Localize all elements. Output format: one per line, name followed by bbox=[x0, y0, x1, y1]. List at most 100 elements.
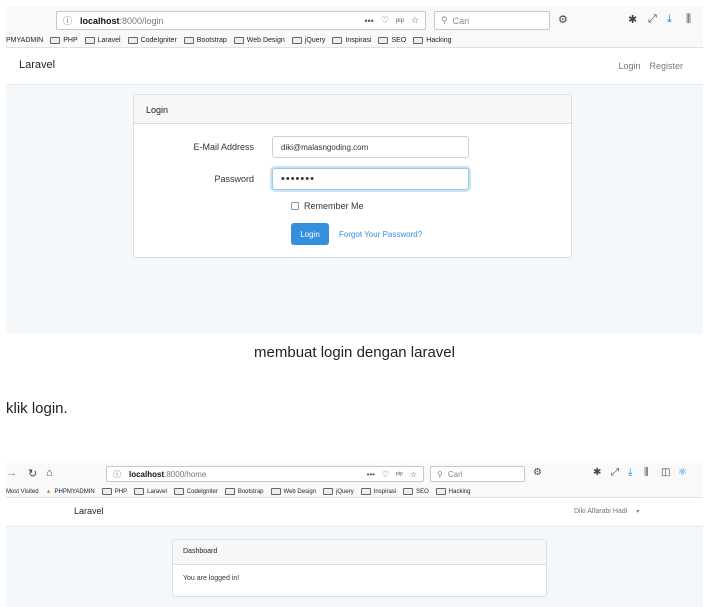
folder-icon bbox=[50, 37, 61, 44]
navbar-brand[interactable]: Laravel bbox=[74, 506, 104, 516]
folder-icon bbox=[413, 37, 424, 44]
puzzle-icon[interactable]: ✱ bbox=[628, 13, 637, 26]
url-path: :8000/login bbox=[119, 15, 164, 26]
home-icon[interactable]: ⌂ bbox=[46, 467, 53, 479]
search-icon: ⚲ bbox=[441, 15, 448, 25]
panel-heading: Dashboard bbox=[173, 540, 546, 565]
bookmarks-bar: PMYADMIN PHP Laravel CodeIgniter Bootstr… bbox=[6, 34, 703, 47]
email-input[interactable]: diki@malasngoding.com bbox=[272, 136, 469, 158]
folder-icon bbox=[233, 37, 244, 44]
password-input[interactable]: ••••••• bbox=[272, 168, 469, 190]
bookmark-inspirasi[interactable]: Inspirasi bbox=[360, 488, 396, 495]
pip-label[interactable]: pip bbox=[396, 18, 404, 24]
caret-down-icon: ▾ bbox=[636, 509, 640, 515]
expand-icon[interactable]: ⤢ bbox=[648, 13, 657, 26]
bookmark-hacking[interactable]: Hacking bbox=[413, 37, 452, 44]
search-box[interactable]: ⚲ Cari bbox=[430, 466, 525, 482]
bookmark-seo[interactable]: SEO bbox=[378, 37, 406, 44]
bookmark-most-visited[interactable]: Most Visited bbox=[6, 489, 39, 495]
phpmyadmin-icon: ▲ bbox=[45, 488, 52, 495]
search-box[interactable]: ⚲ Cari bbox=[434, 11, 550, 30]
email-row: E-Mail Address diki@malasngoding.com bbox=[134, 136, 469, 158]
bookmark-hacking[interactable]: Hacking bbox=[435, 488, 470, 495]
remember-checkbox[interactable] bbox=[291, 202, 299, 210]
user-dropdown[interactable]: Diki Alfarabi Hadi ▾ bbox=[574, 508, 639, 515]
folder-icon bbox=[173, 488, 184, 495]
password-row: Password ••••••• bbox=[134, 168, 469, 190]
nav-register-link[interactable]: Register bbox=[649, 61, 683, 71]
folder-icon bbox=[332, 37, 343, 44]
bookmark-php[interactable]: PHP bbox=[50, 37, 78, 44]
forward-icon[interactable]: → bbox=[6, 467, 17, 479]
bookmark-php[interactable]: PHP bbox=[101, 488, 127, 495]
bookmark-bootstrap[interactable]: Bootstrap bbox=[183, 37, 227, 44]
url-host: localhost bbox=[129, 469, 165, 479]
email-label: E-Mail Address bbox=[193, 142, 254, 152]
folder-icon bbox=[378, 37, 389, 44]
paragraph: klik login. bbox=[6, 400, 68, 417]
extension-icon[interactable]: ⚙ bbox=[533, 467, 542, 478]
puzzle-icon[interactable]: ✱ bbox=[593, 467, 601, 478]
panel-body: You are logged in! bbox=[183, 575, 240, 582]
navbar-brand[interactable]: Laravel bbox=[19, 59, 55, 71]
folder-icon bbox=[360, 488, 371, 495]
url-bar[interactable]: ⓘ localhost:8000/login ••• ♡ pip ☆ bbox=[56, 11, 426, 30]
pocket-icon[interactable]: ♡ bbox=[382, 470, 389, 479]
reload-icon[interactable]: ↻ bbox=[28, 467, 37, 480]
bookmark-inspirasi[interactable]: Inspirasi bbox=[332, 37, 371, 44]
download-icon[interactable]: ⤓ bbox=[667, 13, 672, 26]
folder-icon bbox=[101, 488, 112, 495]
folder-icon bbox=[403, 488, 414, 495]
app-navbar: Laravel Diki Alfarabi Hadi ▾ bbox=[6, 498, 703, 527]
caption: membuat login dengan laravel bbox=[254, 344, 455, 361]
folder-icon bbox=[435, 488, 446, 495]
app-navbar: Laravel Login Register bbox=[6, 48, 703, 85]
url-host: localhost bbox=[80, 15, 120, 26]
folder-icon bbox=[323, 488, 334, 495]
library-icon[interactable]: ⫼ bbox=[644, 467, 649, 478]
panel-heading: Login bbox=[134, 95, 571, 124]
dashboard-screenshot: → ↻ ⌂ ⓘ localhost:8000/home ••• ♡ pip ☆ … bbox=[6, 463, 703, 607]
folder-icon bbox=[134, 488, 145, 495]
bookmark-phpmyadmin[interactable]: ▲ PHPMYADMIN bbox=[46, 489, 95, 495]
browser-toolbar: ⓘ localhost:8000/login ••• ♡ pip ☆ ⚲ Car… bbox=[6, 6, 703, 34]
download-icon[interactable]: ⤓ bbox=[628, 467, 632, 478]
browser-chrome: ⓘ localhost:8000/login ••• ♡ pip ☆ ⚲ Car… bbox=[6, 6, 703, 48]
star-icon[interactable]: ☆ bbox=[410, 470, 417, 479]
bookmark-phpmyadmin[interactable]: PMYADMIN bbox=[6, 37, 43, 44]
sidebar-icon[interactable]: ◫ bbox=[661, 467, 670, 478]
dashboard-panel: Dashboard You are logged in! bbox=[172, 539, 547, 597]
browser-toolbar: → ↻ ⌂ ⓘ localhost:8000/home ••• ♡ pip ☆ … bbox=[6, 463, 703, 486]
forgot-password-link[interactable]: Forgot Your Password? bbox=[339, 230, 422, 239]
info-icon[interactable]: ⓘ bbox=[63, 14, 72, 27]
remember-label[interactable]: Remember Me bbox=[304, 201, 364, 211]
login-button[interactable]: Login bbox=[291, 223, 329, 245]
bookmark-codeigniter[interactable]: CodeIgniter bbox=[173, 488, 218, 495]
browser-chrome: → ↻ ⌂ ⓘ localhost:8000/home ••• ♡ pip ☆ … bbox=[6, 463, 703, 498]
login-screenshot: ⓘ localhost:8000/login ••• ♡ pip ☆ ⚲ Car… bbox=[6, 6, 703, 334]
star-icon[interactable]: ☆ bbox=[411, 15, 419, 26]
info-icon[interactable]: ⓘ bbox=[113, 469, 121, 480]
bookmark-web-design[interactable]: Web Design bbox=[233, 37, 285, 44]
bookmark-seo[interactable]: SEO bbox=[403, 488, 429, 495]
nav-login-link[interactable]: Login bbox=[618, 61, 640, 71]
extension-icon[interactable]: ⚙ bbox=[558, 13, 568, 26]
react-icon[interactable]: ⚛ bbox=[678, 467, 687, 478]
page-actions-icon[interactable]: ••• bbox=[367, 470, 375, 479]
bookmark-laravel[interactable]: Laravel bbox=[134, 488, 167, 495]
bookmark-codeigniter[interactable]: CodeIgniter bbox=[127, 37, 177, 44]
pocket-icon[interactable]: ♡ bbox=[381, 15, 389, 26]
login-panel: Login E-Mail Address diki@malasngoding.c… bbox=[133, 94, 572, 258]
bookmark-laravel[interactable]: Laravel bbox=[84, 37, 121, 44]
bookmark-jquery[interactable]: jQuery bbox=[323, 488, 354, 495]
pip-label[interactable]: pip bbox=[396, 471, 403, 477]
remember-row: Remember Me bbox=[291, 201, 364, 211]
url-bar[interactable]: ⓘ localhost:8000/home ••• ♡ pip ☆ bbox=[106, 466, 424, 482]
search-placeholder: Cari bbox=[447, 469, 463, 479]
bookmark-bootstrap[interactable]: Bootstrap bbox=[224, 488, 264, 495]
bookmark-jquery[interactable]: jQuery bbox=[291, 37, 325, 44]
page-actions-icon[interactable]: ••• bbox=[364, 16, 373, 26]
bookmark-web-design[interactable]: Web Design bbox=[270, 488, 316, 495]
library-icon[interactable]: ⫼ bbox=[686, 13, 691, 26]
expand-icon[interactable]: ⤢ bbox=[611, 467, 619, 478]
